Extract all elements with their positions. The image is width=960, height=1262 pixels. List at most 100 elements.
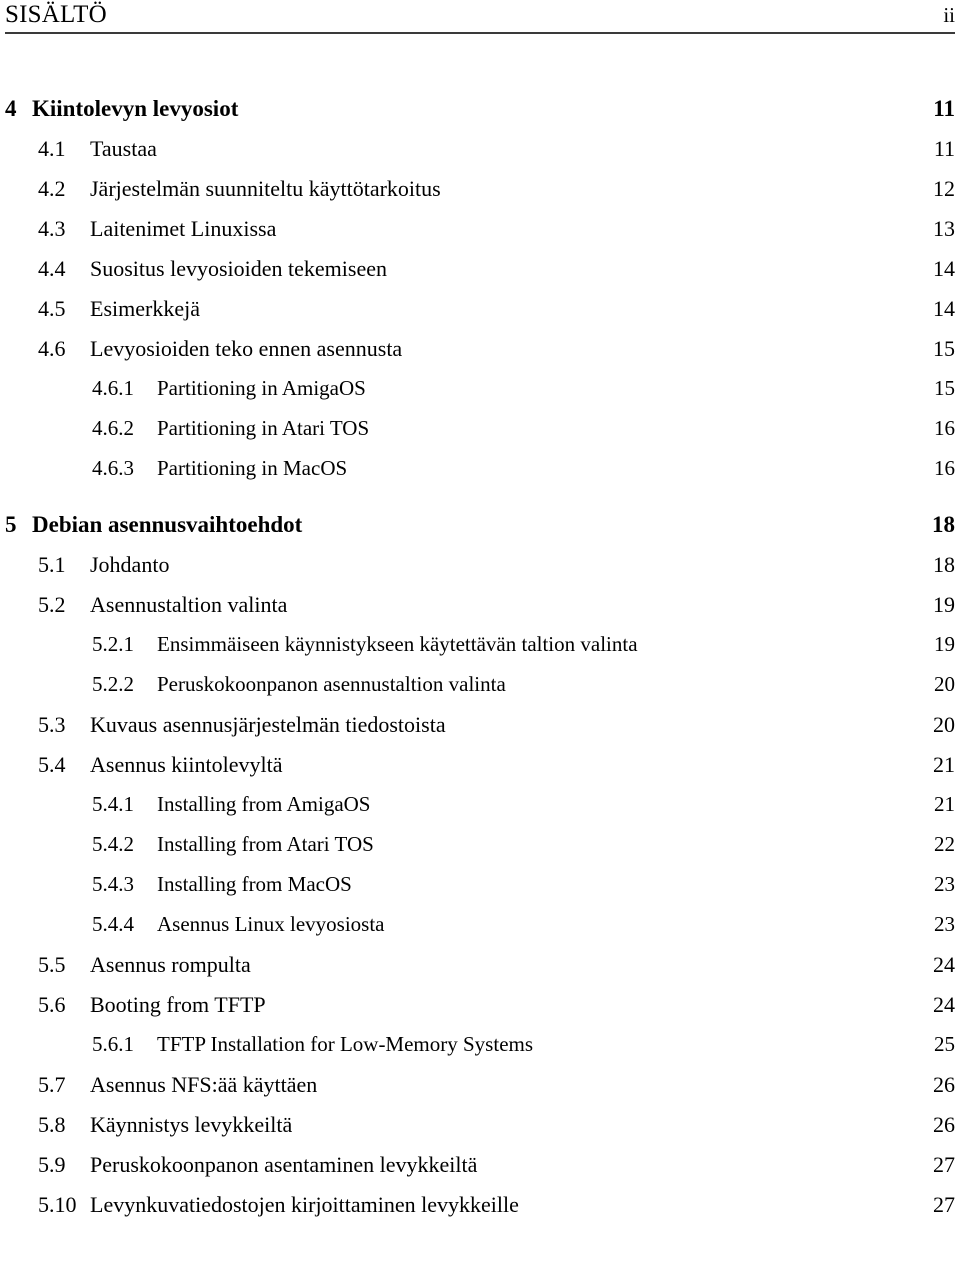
toc-dot-leader xyxy=(378,434,910,435)
toc-entry-number: 4.6.3 xyxy=(92,456,134,480)
toc-entry-number: 4.5 xyxy=(38,296,66,321)
toc-entry-title: Peruskokoonpanon asentaminen levykkeiltä xyxy=(90,1152,478,1177)
toc-entry-page-number: 22 xyxy=(934,832,955,856)
table-of-contents: 4 Kiintolevyn levyosiot 11 4.1 Taustaa 11 4.2 J… xyxy=(5,96,955,1232)
toc-entry-title: Booting from TFTP xyxy=(90,992,266,1017)
toc-section-entry[interactable]: 5.2 Asennustaltion valinta 19 xyxy=(5,592,955,632)
toc-entry-number: 4.6.2 xyxy=(92,416,134,440)
page-title: SISÄLTÖ xyxy=(5,1,107,28)
toc-section-entry[interactable]: 5.5 Asennus rompulta 24 xyxy=(5,952,955,992)
toc-page: SISÄLTÖ ii 4 Kiintolevyn levyosiot 11 4.1 Ta… xyxy=(0,0,960,1262)
toc-dot-leader xyxy=(647,650,910,651)
toc-entry-number: 5.7 xyxy=(38,1072,66,1097)
toc-entry-page-number: 23 xyxy=(934,872,955,896)
toc-entry-page-number: 26 xyxy=(933,1112,955,1137)
toc-entry-number: 5 xyxy=(5,512,17,537)
toc-entry-page-number: 15 xyxy=(933,336,955,361)
toc-entry-title: Partitioning in AmigaOS xyxy=(157,376,366,400)
toc-dot-leader xyxy=(383,850,910,851)
toc-entry-title: Esimerkkejä xyxy=(90,296,200,321)
toc-section-entry[interactable]: 4.1 Taustaa 11 xyxy=(5,136,955,176)
toc-section-entry[interactable]: 4.4 Suositus levyosioiden tekemiseen 14 xyxy=(5,256,955,296)
toc-dot-leader xyxy=(291,771,908,772)
toc-dot-leader xyxy=(396,275,908,276)
toc-entry-title: Käynnistys levykkeiltä xyxy=(90,1112,293,1137)
toc-chapter-entry[interactable]: 4 Kiintolevyn levyosiot 11 xyxy=(5,96,955,136)
toc-entry-page-number: 20 xyxy=(934,672,955,696)
toc-entry-title: Partitioning in MacOS xyxy=(157,456,348,480)
toc-entry-title: Järjestelmän suunniteltu käyttötarkoitus xyxy=(90,176,441,201)
toc-entry-title: Ensimmäiseen käynnistykseen käytettävän … xyxy=(157,632,638,656)
toc-section-entry[interactable]: 5.8 Käynnistys levykkeiltä 26 xyxy=(5,1112,955,1152)
toc-section-entry[interactable]: 4.6 Levyosioiden teko ennen asennusta 15 xyxy=(5,336,955,376)
running-header: SISÄLTÖ ii xyxy=(5,0,955,30)
toc-section-entry[interactable]: 4.6.2 Partitioning in Atari TOS 16 xyxy=(5,416,955,456)
toc-entry-page-number: 14 xyxy=(933,256,955,281)
toc-section-entry[interactable]: 5.6.1 TFTP Installation for Low-Memory Sy… xyxy=(5,1032,955,1072)
toc-entry-title: Partitioning in Atari TOS xyxy=(157,416,370,440)
toc-entry-number: 4.6 xyxy=(38,336,66,361)
toc-section-entry[interactable]: 4.6.1 Partitioning in AmigaOS 15 xyxy=(5,376,955,416)
toc-section-entry[interactable]: 5.3 Kuvaus asennusjärjestelmän tiedostois… xyxy=(5,712,955,752)
toc-dot-leader xyxy=(375,394,910,395)
toc-entry-page-number: 21 xyxy=(934,792,955,816)
toc-section-entry[interactable]: 5.1 Johdanto 18 xyxy=(5,552,955,592)
toc-section-entry[interactable]: 4.2 Järjestelmän suunniteltu käyttötarkoi… xyxy=(5,176,955,216)
toc-section-entry[interactable]: 5.4.4 Asennus Linux levyosiosta 23 xyxy=(5,912,955,952)
toc-entry-page-number: 11 xyxy=(933,136,955,161)
toc-entry-number: 4.1 xyxy=(38,136,66,161)
toc-entry-title: Kiintolevyn levyosiot xyxy=(32,96,239,121)
toc-entry-title: TFTP Installation for Low-Memory Systems xyxy=(157,1032,534,1056)
toc-section-entry[interactable]: 5.4.3 Installing from MacOS 23 xyxy=(5,872,955,912)
toc-entry-number: 5.5 xyxy=(38,952,66,977)
toc-dot-leader xyxy=(285,235,908,236)
toc-dot-leader xyxy=(209,315,908,316)
header-page-number: ii xyxy=(943,3,955,27)
toc-entry-page-number: 16 xyxy=(934,416,955,440)
toc-entry-title: Installing from Atari TOS xyxy=(157,832,374,856)
toc-section-entry[interactable]: 4.3 Laitenimet Linuxissa 13 xyxy=(5,216,955,256)
toc-entry-page-number: 13 xyxy=(933,216,955,241)
toc-dot-leader xyxy=(275,1011,908,1012)
toc-dot-leader xyxy=(166,155,908,156)
toc-entry-page-number: 23 xyxy=(934,912,955,936)
toc-section-entry[interactable]: 5.9 Peruskokoonpanon asentaminen levykkei… xyxy=(5,1152,955,1192)
toc-section-entry[interactable]: 5.6 Booting from TFTP 24 xyxy=(5,992,955,1032)
toc-entry-title: Johdanto xyxy=(90,552,170,577)
toc-dot-leader xyxy=(178,571,908,572)
toc-dot-leader xyxy=(393,930,910,931)
toc-section-entry[interactable]: 5.10 Levynkuvatiedostojen kirjoittaminen … xyxy=(5,1192,955,1232)
toc-section-entry[interactable]: 5.7 Asennus NFS:ää käyttäen 26 xyxy=(5,1072,955,1112)
toc-section-entry[interactable]: 5.4.2 Installing from Atari TOS 22 xyxy=(5,832,955,872)
toc-entry-title: Kuvaus asennusjärjestelmän tiedostoista xyxy=(90,712,446,737)
toc-entry-title: Asennus Linux levyosiosta xyxy=(157,912,385,936)
toc-entry-title: Installing from AmigaOS xyxy=(157,792,371,816)
toc-dot-leader xyxy=(515,690,910,691)
toc-entry-number: 4.4 xyxy=(38,256,66,281)
toc-entry-number: 5.3 xyxy=(38,712,66,737)
toc-entry-title: Suositus levyosioiden tekemiseen xyxy=(90,256,387,281)
toc-section-entry[interactable]: 5.2.1 Ensimmäiseen käynnistykseen käytett… xyxy=(5,632,955,672)
toc-entry-page-number: 24 xyxy=(933,952,955,977)
toc-entry-page-number: 19 xyxy=(934,632,955,656)
toc-section-entry[interactable]: 5.4.1 Installing from AmigaOS 21 xyxy=(5,792,955,832)
toc-entry-page-number: 12 xyxy=(933,176,955,201)
toc-chapter-entry[interactable]: 5 Debian asennusvaihtoehdot 18 xyxy=(5,512,955,552)
toc-entry-number: 4.6.1 xyxy=(92,376,134,400)
toc-entry-page-number: 18 xyxy=(932,512,955,537)
toc-section-entry[interactable]: 4.5 Esimerkkejä 14 xyxy=(5,296,955,336)
toc-entry-title: Debian asennusvaihtoehdot xyxy=(32,512,303,537)
toc-entry-number: 5.10 xyxy=(38,1192,77,1217)
toc-entry-number: 5.4.4 xyxy=(92,912,134,936)
toc-dot-leader xyxy=(450,195,908,196)
toc-entry-title: Asennus kiintolevyltä xyxy=(90,752,283,777)
toc-dot-leader xyxy=(296,611,908,612)
toc-entry-title: Asennus rompulta xyxy=(90,952,251,977)
toc-section-entry[interactable]: 5.4 Asennus kiintolevyltä 21 xyxy=(5,752,955,792)
toc-entry-number: 5.9 xyxy=(38,1152,66,1177)
toc-section-entry[interactable]: 5.2.2 Peruskokoonpanon asennustaltion val… xyxy=(5,672,955,712)
toc-entry-page-number: 19 xyxy=(933,592,955,617)
toc-dot-leader xyxy=(411,355,908,356)
toc-section-entry[interactable]: 4.6.3 Partitioning in MacOS 16 xyxy=(5,456,955,496)
toc-entry-number: 5.6.1 xyxy=(92,1032,134,1056)
